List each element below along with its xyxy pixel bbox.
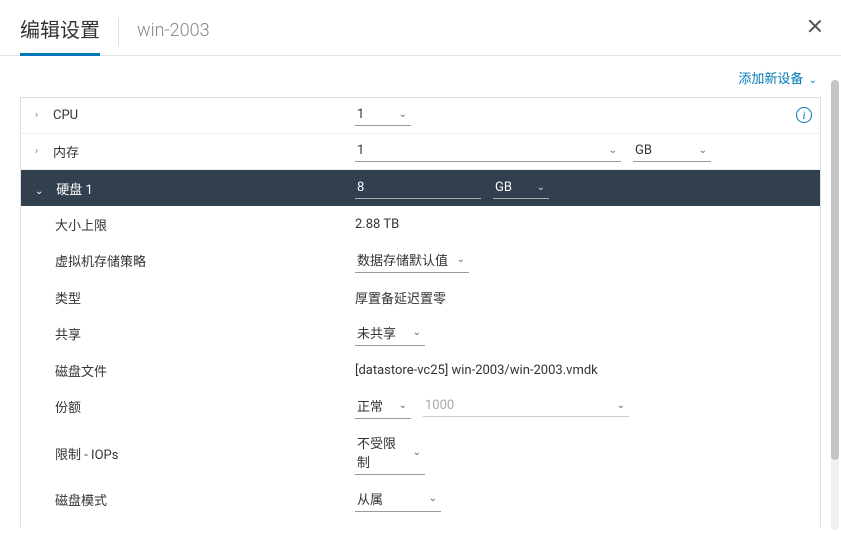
- disk-node-row: 虚拟设备节点 IDE 0 ⌄ IDE(0:1) 硬盘 1 ⌄: [21, 518, 820, 527]
- disk-file-row: 磁盘文件 [datastore-vc25] win-2003/win-2003.…: [21, 352, 820, 388]
- dialog-header: 编辑设置 win-2003: [0, 0, 841, 56]
- disk-mode-label: 磁盘模式: [55, 490, 355, 509]
- chevron-down-icon: ⌄: [809, 75, 817, 86]
- disk1-size-input[interactable]: 8: [355, 178, 481, 199]
- disk-sharing-select[interactable]: 未共享 ⌄: [355, 321, 425, 346]
- chevron-down-icon: ⌄: [617, 400, 625, 411]
- chevron-down-icon: ⌄: [609, 145, 617, 156]
- disk1-unit-select[interactable]: GB ⌄: [493, 178, 549, 199]
- chevron-down-icon: ⌄: [399, 400, 407, 411]
- cpu-value: 1: [357, 107, 393, 122]
- vm-name-label: win-2003: [137, 20, 210, 51]
- add-device-label: 添加新设备: [738, 72, 803, 87]
- memory-label: 内存: [53, 142, 79, 161]
- dialog-title: 编辑设置: [20, 14, 100, 56]
- chevron-down-icon: ⌄: [699, 145, 707, 156]
- cpu-row[interactable]: › CPU 1 ⌄ i: [21, 98, 820, 134]
- disk-max-size-label: 大小上限: [55, 215, 355, 234]
- disk-storage-policy-value: 数据存储默认值: [357, 250, 451, 269]
- disk-node-unit-select[interactable]: IDE(0:1) 硬盘 1 ⌄: [467, 524, 683, 527]
- chevron-right-icon: ›: [35, 146, 47, 157]
- memory-value: 1: [357, 143, 603, 158]
- chevron-down-icon: ⌄: [413, 447, 421, 458]
- chevron-down-icon: ⌄: [399, 109, 407, 120]
- disk-shares-num-select[interactable]: 1000 ⌄: [423, 396, 629, 417]
- title-divider: [118, 18, 119, 46]
- disk-node-unit: IDE(0:1) 硬盘 1: [469, 526, 665, 527]
- disk-sharing-value: 未共享: [357, 323, 407, 342]
- add-device-button[interactable]: 添加新设备 ⌄: [738, 72, 817, 87]
- disk-sharing-label: 共享: [55, 324, 355, 343]
- disk-limit-select[interactable]: 不受限制 ⌄: [355, 431, 425, 475]
- disk-shares-select[interactable]: 正常 ⌄: [355, 394, 411, 419]
- disk-shares-num: 1000: [425, 398, 611, 413]
- disk-mode-row: 磁盘模式 从属 ⌄: [21, 481, 820, 518]
- disk-file-value: [datastore-vc25] win-2003/win-2003.vmdk: [355, 363, 806, 378]
- disk-type-label: 类型: [55, 288, 355, 307]
- add-device-row: 添加新设备 ⌄: [20, 56, 821, 97]
- disk-limit-label: 限制 - IOPs: [55, 444, 355, 463]
- content-area: 添加新设备 ⌄ › CPU 1 ⌄ i › 内存: [0, 56, 841, 536]
- disk-limit-row: 限制 - IOPs 不受限制 ⌄: [21, 425, 820, 481]
- chevron-down-icon: ⌄: [35, 186, 47, 197]
- disk1-unit: GB: [495, 180, 531, 195]
- chevron-down-icon: ⌄: [457, 254, 465, 265]
- chevron-down-icon: ⌄: [413, 327, 421, 338]
- disk1-label: 硬盘 1: [56, 183, 93, 198]
- disk-file-label: 磁盘文件: [55, 361, 355, 380]
- memory-unit-select[interactable]: GB ⌄: [633, 141, 711, 162]
- disk-type-value: 厚置备延迟置零: [355, 288, 806, 307]
- disk-storage-policy-select[interactable]: 数据存储默认值 ⌄: [355, 248, 469, 273]
- disk1-size-value: 8: [357, 180, 477, 195]
- disk-max-size-row: 大小上限 2.88 TB: [21, 206, 820, 242]
- scrollbar-track[interactable]: [831, 80, 839, 530]
- disk-shares-value: 正常: [357, 396, 393, 415]
- disk-shares-row: 份额 正常 ⌄ 1000 ⌄: [21, 388, 820, 425]
- disk-max-size-value: 2.88 TB: [355, 217, 806, 232]
- disk-shares-label: 份额: [55, 397, 355, 416]
- disk-mode-select[interactable]: 从属 ⌄: [355, 487, 441, 512]
- disk1-row[interactable]: ⌄ 硬盘 1 8 GB ⌄: [21, 170, 820, 206]
- disk-limit-value: 不受限制: [357, 433, 407, 471]
- close-icon[interactable]: [807, 18, 823, 34]
- disk-node-controller-select[interactable]: IDE 0 ⌄: [355, 526, 455, 527]
- chevron-down-icon: ⌄: [429, 493, 437, 504]
- memory-row[interactable]: › 内存 1 ⌄ GB ⌄: [21, 134, 820, 170]
- disk-storage-policy-row: 虚拟机存储策略 数据存储默认值 ⌄: [21, 242, 820, 279]
- memory-unit: GB: [635, 143, 693, 158]
- settings-list: › CPU 1 ⌄ i › 内存 1 ⌄: [20, 97, 821, 527]
- disk-mode-value: 从属: [357, 489, 423, 508]
- memory-value-select[interactable]: 1 ⌄: [355, 141, 621, 162]
- scrollbar-thumb[interactable]: [831, 80, 839, 460]
- cpu-label: CPU: [53, 108, 78, 123]
- disk-storage-policy-label: 虚拟机存储策略: [55, 251, 355, 270]
- disk-type-row: 类型 厚置备延迟置零: [21, 279, 820, 315]
- info-icon[interactable]: i: [796, 107, 812, 123]
- chevron-right-icon: ›: [35, 110, 47, 121]
- chevron-down-icon: ⌄: [537, 182, 545, 193]
- disk-sharing-row: 共享 未共享 ⌄: [21, 315, 820, 352]
- cpu-select[interactable]: 1 ⌄: [355, 105, 411, 126]
